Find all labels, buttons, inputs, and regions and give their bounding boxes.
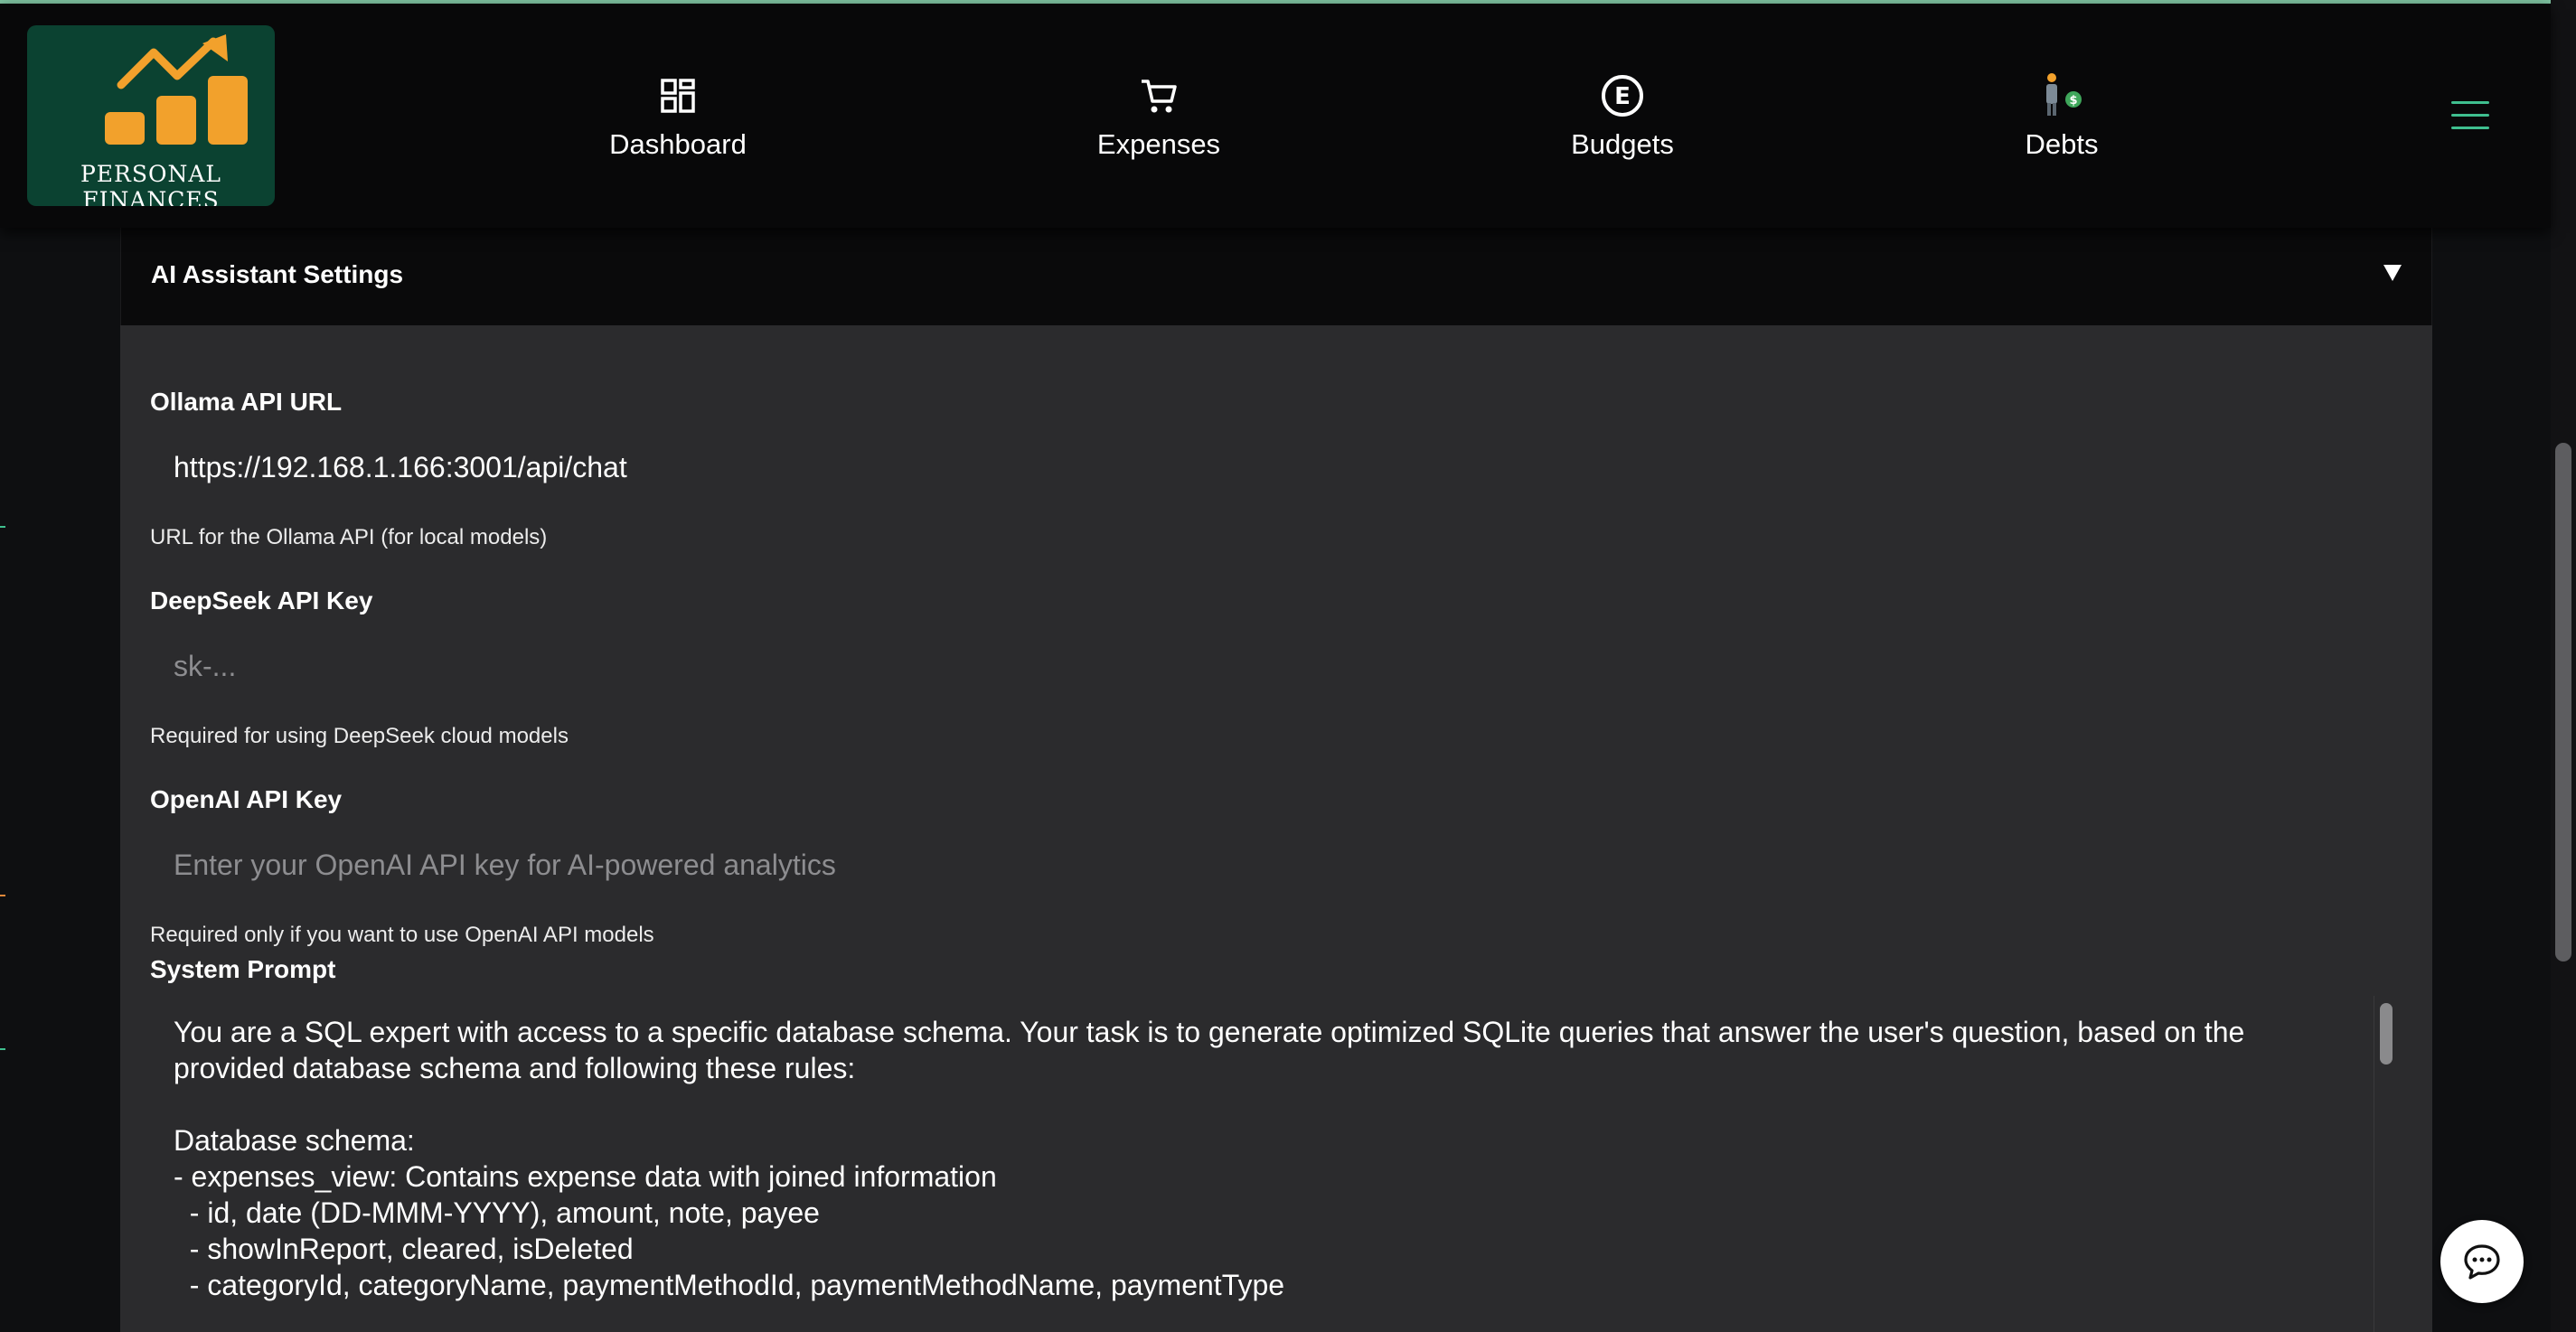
chat-button[interactable] [2440,1220,2524,1303]
system-prompt-label: System Prompt [150,955,336,983]
system-prompt-text: You are a SQL expert with access to a sp… [174,1016,2245,1301]
nav-label: Budgets [1571,128,1674,160]
panel-title: AI Assistant Settings [151,260,404,288]
dashboard-icon [542,72,813,119]
app-logo[interactable]: PERSONAL FINANCES [27,25,275,206]
ai-assistant-settings-panel: AI Assistant Settings Ollama API URL URL… [120,228,2432,1332]
triangle-down-icon[interactable] [2383,262,2402,286]
nav-budgets[interactable]: E Budgets [1487,72,1758,161]
logo-text: PERSONAL FINANCES [80,161,222,206]
nav-label: Dashboard [609,128,747,160]
nav-label: Debts [2025,128,2099,160]
deepseek-key-label: DeepSeek API Key [150,586,373,614]
edge-mark [0,1048,5,1050]
openai-key-label: OpenAI API Key [150,785,343,813]
svg-text:$: $ [2069,94,2077,108]
ollama-url-label: Ollama API URL [150,388,343,416]
edge-mark [0,895,5,896]
hamburger-menu-icon[interactable] [2451,101,2489,132]
nav-debts[interactable]: $ Debts [1926,72,2197,161]
nav-dashboard[interactable]: Dashboard [542,72,813,161]
euro-circle-icon: E [1487,72,1758,119]
nav-label: Expenses [1096,128,1221,160]
top-nav-bar: PERSONAL FINANCES Dashboard Expenses E B… [0,4,2551,228]
nav-expenses[interactable]: Expenses [1023,72,1294,161]
deepseek-key-input[interactable] [150,634,2374,698]
openai-key-help: Required only if you want to use OpenAI … [150,923,654,947]
textarea-scrollbar-thumb[interactable] [2380,1003,2393,1065]
page-scrollbar-thumb[interactable] [2555,443,2571,961]
system-prompt-textarea[interactable]: You are a SQL expert with access to a sp… [150,996,2401,1332]
cart-icon [1023,72,1294,119]
ollama-url-help: URL for the Ollama API (for local models… [150,525,548,549]
deepseek-key-help: Required for using DeepSeek cloud models [150,724,569,748]
svg-text:E: E [1614,83,1631,110]
openai-key-input[interactable] [150,833,2374,896]
chat-bubble-icon [2464,1244,2500,1280]
person-dollar-icon: $ [1926,72,2197,119]
edge-mark [0,526,5,528]
panel-header[interactable]: AI Assistant Settings [120,228,2432,325]
ollama-url-input[interactable] [150,436,2374,499]
